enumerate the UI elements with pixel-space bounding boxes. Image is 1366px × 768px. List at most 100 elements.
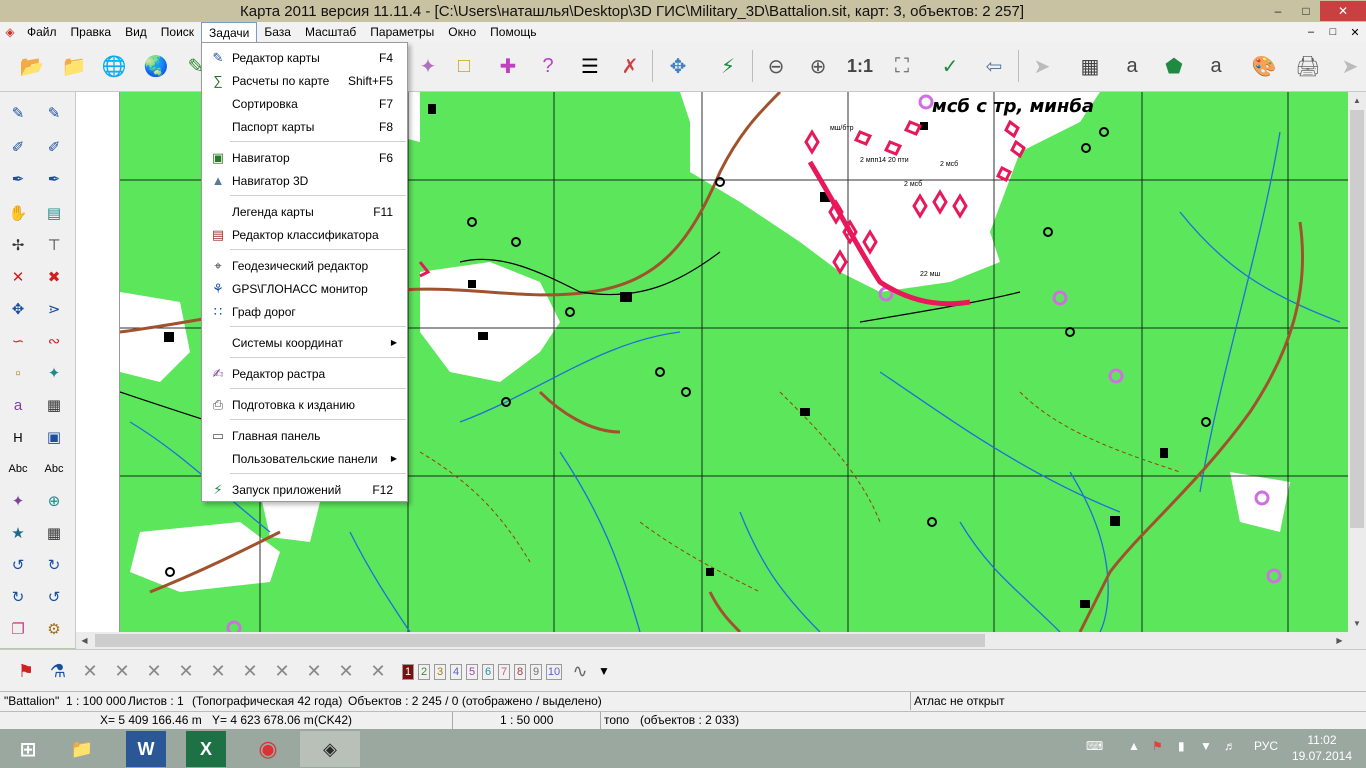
- text-list-icon[interactable]: a: [1198, 48, 1234, 84]
- menu-item-sorting[interactable]: Сортировка F7: [204, 92, 405, 115]
- height-label-icon[interactable]: H: [4, 424, 32, 450]
- menu-file[interactable]: Файл: [20, 22, 64, 42]
- menu-item-classifier-editor[interactable]: ▤ Редактор классификатора: [204, 223, 405, 246]
- layer-8-button[interactable]: 8: [514, 664, 526, 680]
- disabled-tool-6-icon[interactable]: ✕: [236, 658, 264, 684]
- disabled-tool-8-icon[interactable]: ✕: [300, 658, 328, 684]
- menu-item-main-panel[interactable]: ▭ Главная панель: [204, 424, 405, 447]
- lightning-icon[interactable]: ⚡: [710, 48, 746, 84]
- flashlight-query-icon[interactable]: ?: [530, 48, 566, 84]
- text-abc-icon[interactable]: Abc: [4, 456, 32, 482]
- menu-item-map-editor[interactable]: ✎ Редактор карты F4: [204, 46, 405, 69]
- delete-icon[interactable]: ✕: [4, 264, 32, 290]
- menu-item-navigator[interactable]: ▣ Навигатор F6: [204, 146, 405, 169]
- menu-view[interactable]: Вид: [118, 22, 154, 42]
- pointer-icon[interactable]: ➤: [1024, 48, 1060, 84]
- flashlight-add-icon[interactable]: ✚: [490, 48, 526, 84]
- vertical-scroll-thumb[interactable]: [1350, 110, 1364, 528]
- layer-10-button[interactable]: 10: [546, 664, 562, 680]
- palette-icon[interactable]: 🎨: [1246, 48, 1282, 84]
- layer-9-button[interactable]: 9: [530, 664, 542, 680]
- draw-pencil-icon[interactable]: ✎: [4, 100, 32, 126]
- menu-item-navigator-3d[interactable]: ▲ Навигатор 3D: [204, 169, 405, 192]
- text-flashlight-icon[interactable]: a: [4, 392, 32, 418]
- rotate-back-icon[interactable]: ↺: [40, 584, 68, 610]
- menu-item-map-passport[interactable]: Паспорт карты F8: [204, 115, 405, 138]
- layer-5-button[interactable]: 5: [466, 664, 478, 680]
- menu-item-map-legend[interactable]: Легенда карты F11: [204, 200, 405, 223]
- rotate-icon[interactable]: ↻: [4, 584, 32, 610]
- ruler-icon[interactable]: ▫: [4, 360, 32, 386]
- mdi-restore-button[interactable]: □: [1322, 26, 1344, 39]
- curve-icon[interactable]: ∽: [4, 328, 32, 354]
- flag-icon[interactable]: ⚑: [12, 658, 40, 684]
- layer-7-button[interactable]: 7: [498, 664, 510, 680]
- menu-parameters[interactable]: Параметры: [363, 22, 441, 42]
- mdi-close-button[interactable]: ✕: [1344, 26, 1366, 39]
- layer-1-button[interactable]: 1: [402, 664, 414, 680]
- app-icon[interactable]: ◈: [0, 23, 20, 41]
- disabled-tool-10-icon[interactable]: ✕: [364, 658, 392, 684]
- disabled-tool-4-icon[interactable]: ✕: [172, 658, 200, 684]
- crosshair-icon[interactable]: ⊤: [40, 232, 68, 258]
- delete-object-icon[interactable]: ✖: [40, 264, 68, 290]
- copy-icon[interactable]: ❐: [4, 616, 32, 642]
- list-icon[interactable]: ☰: [572, 48, 608, 84]
- menu-window[interactable]: Окно: [441, 22, 483, 42]
- battery-icon[interactable]: ▮: [1178, 739, 1185, 753]
- magnifier-add-icon[interactable]: ⊕: [40, 488, 68, 514]
- text-pointer-icon[interactable]: a: [1114, 48, 1150, 84]
- menu-item-road-graph[interactable]: ∷ Граф дорог: [204, 300, 405, 323]
- start-windows-icon[interactable]: ⊞: [0, 731, 56, 767]
- menu-item-geodesic-editor[interactable]: ⌖ Геодезический редактор: [204, 254, 405, 277]
- volume-icon[interactable]: ♬: [1224, 739, 1236, 753]
- map2011-taskbar-icon[interactable]: ◈: [300, 731, 360, 767]
- settings-gear-icon[interactable]: ⚙: [40, 616, 68, 642]
- disabled-tool-3-icon[interactable]: ✕: [140, 658, 168, 684]
- mdi-minimize-button[interactable]: –: [1300, 26, 1322, 39]
- vertical-scrollbar[interactable]: ▲ ▼: [1348, 92, 1366, 632]
- hand-icon[interactable]: ✋: [4, 200, 32, 226]
- horizontal-scrollbar[interactable]: ◀ ▶: [76, 632, 1348, 649]
- word-icon[interactable]: W: [126, 731, 166, 767]
- chrome-icon[interactable]: ◉: [240, 731, 296, 767]
- flashlight-icon[interactable]: ✦: [4, 488, 32, 514]
- split-icon[interactable]: ✢: [4, 232, 32, 258]
- disabled-tool-7-icon[interactable]: ✕: [268, 658, 296, 684]
- point-branch-icon[interactable]: ⋗: [40, 296, 68, 322]
- open-folder-icon[interactable]: 📂: [14, 48, 50, 84]
- menu-edit[interactable]: Правка: [64, 22, 119, 42]
- text-abc-2-icon[interactable]: Abc: [40, 456, 68, 482]
- horizontal-scroll-thumb[interactable]: [95, 634, 985, 647]
- menu-tasks[interactable]: Задачи: [201, 22, 258, 42]
- menu-item-raster-editor[interactable]: ✍ Редактор растра: [204, 362, 405, 385]
- area-fill-icon[interactable]: ▤: [40, 200, 68, 226]
- menu-item-map-calculations[interactable]: ∑ Расчеты по карте Shift+F5: [204, 69, 405, 92]
- menu-help[interactable]: Помощь: [483, 22, 543, 42]
- tray-arrow-icon[interactable]: ▲: [1128, 739, 1140, 753]
- layer-3-button[interactable]: 3: [434, 664, 446, 680]
- point-add-icon[interactable]: ✥: [4, 296, 32, 322]
- close-button[interactable]: ✕: [1320, 1, 1366, 21]
- disabled-tool-5-icon[interactable]: ✕: [204, 658, 232, 684]
- menu-item-gps-monitor[interactable]: ⚘ GPS\ГЛОНАСС монитор: [204, 277, 405, 300]
- globe-icon[interactable]: 🌐: [96, 48, 132, 84]
- network-icon[interactable]: ▼: [1200, 739, 1212, 753]
- edit-line-icon[interactable]: ✐: [4, 134, 32, 160]
- undo-table-icon[interactable]: ↻: [40, 552, 68, 578]
- excel-icon[interactable]: X: [186, 731, 226, 767]
- layer-4-button[interactable]: 4: [450, 664, 462, 680]
- tree-node-icon[interactable]: ⚗: [44, 658, 72, 684]
- fit-to-window-icon[interactable]: ⛶: [884, 48, 920, 84]
- dropdown-arrow-icon[interactable]: ▼: [590, 658, 618, 684]
- menu-search[interactable]: Поиск: [154, 22, 201, 42]
- select-area-icon[interactable]: ▣: [40, 424, 68, 450]
- menu-base[interactable]: База: [257, 22, 298, 42]
- menu-scale[interactable]: Масштаб: [298, 22, 363, 42]
- zoom-1-1-button[interactable]: 1:1: [842, 48, 878, 84]
- tree-icon[interactable]: ★: [4, 520, 32, 546]
- select-rect-icon[interactable]: □: [446, 48, 482, 84]
- edit-shape-icon[interactable]: ✐: [40, 134, 68, 160]
- edit-check-icon[interactable]: ✒: [4, 166, 32, 192]
- open-map-icon[interactable]: 📁: [56, 48, 92, 84]
